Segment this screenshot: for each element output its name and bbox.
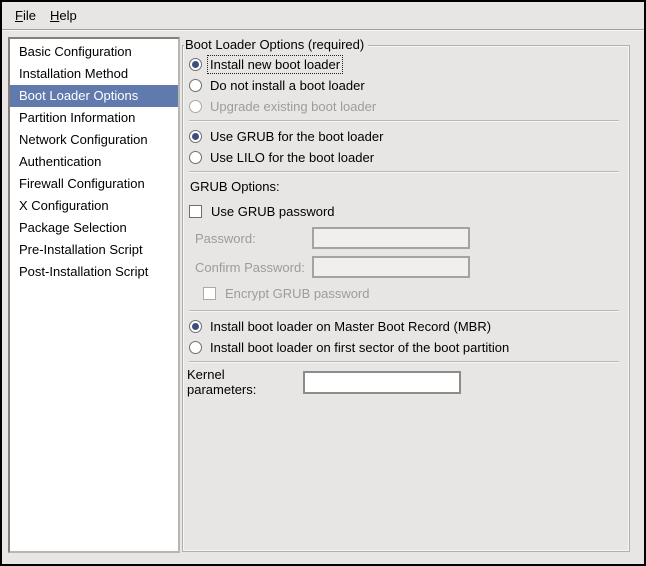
menu-file[interactable]: File bbox=[8, 5, 43, 26]
radio-label: Use GRUB for the boot loader bbox=[208, 128, 385, 145]
password-input bbox=[312, 227, 470, 249]
menu-help[interactable]: Help bbox=[43, 5, 84, 26]
checkbox-encrypt-grub-password: Encrypt GRUB password bbox=[187, 283, 621, 303]
radio-use-grub[interactable]: Use GRUB for the boot loader bbox=[187, 126, 621, 147]
radio-upgrade-existing-boot-loader: Upgrade existing boot loader bbox=[187, 96, 621, 117]
confirm-password-label: Confirm Password: bbox=[195, 260, 312, 275]
sidebar-item-firewall-configuration[interactable]: Firewall Configuration bbox=[10, 173, 178, 195]
checkbox-label: Encrypt GRUB password bbox=[223, 285, 372, 302]
radio-label: Upgrade existing boot loader bbox=[208, 98, 378, 115]
kernel-parameters-label: Kernel parameters: bbox=[187, 367, 295, 397]
sidebar-item-boot-loader-options[interactable]: Boot Loader Options bbox=[10, 85, 178, 107]
confirm-password-input bbox=[312, 256, 470, 278]
separator bbox=[189, 361, 619, 363]
separator bbox=[189, 310, 619, 312]
separator bbox=[189, 171, 619, 173]
kickstart-configurator-window: File Help Basic Configuration Installati… bbox=[0, 0, 646, 566]
radio-label: Install boot loader on first sector of t… bbox=[208, 339, 511, 356]
radio-icon bbox=[189, 100, 202, 113]
radio-do-not-install-boot-loader[interactable]: Do not install a boot loader bbox=[187, 75, 621, 96]
sidebar-item-package-selection[interactable]: Package Selection bbox=[10, 217, 178, 239]
password-label: Password: bbox=[195, 231, 312, 246]
sidebar-item-installation-method[interactable]: Installation Method bbox=[10, 63, 178, 85]
menu-file-rest: ile bbox=[23, 8, 36, 23]
boot-loader-options-group: Boot Loader Options (required) Install n… bbox=[182, 45, 630, 552]
radio-icon bbox=[189, 320, 202, 333]
sidebar-item-network-configuration[interactable]: Network Configuration bbox=[10, 129, 178, 151]
radio-install-on-mbr[interactable]: Install boot loader on Master Boot Recor… bbox=[187, 316, 621, 337]
sidebar-item-authentication[interactable]: Authentication bbox=[10, 151, 178, 173]
radio-icon bbox=[189, 151, 202, 164]
grub-options-heading: GRUB Options: bbox=[187, 177, 621, 197]
checkbox-label: Use GRUB password bbox=[209, 203, 337, 220]
menu-file-accel: F bbox=[15, 8, 23, 23]
radio-label: Install new boot loader bbox=[208, 56, 342, 73]
radio-install-new-boot-loader[interactable]: Install new boot loader bbox=[187, 54, 621, 75]
radio-use-lilo[interactable]: Use LILO for the boot loader bbox=[187, 147, 621, 168]
kernel-parameters-input[interactable] bbox=[303, 371, 461, 394]
kernel-parameters-row: Kernel parameters: bbox=[187, 367, 621, 397]
checkbox-icon bbox=[189, 205, 202, 218]
sidebar-item-pre-installation-script[interactable]: Pre-Installation Script bbox=[10, 239, 178, 261]
radio-label: Install boot loader on Master Boot Recor… bbox=[208, 318, 493, 335]
menu-bar: File Help bbox=[2, 2, 644, 30]
radio-icon bbox=[189, 58, 202, 71]
menu-help-accel: H bbox=[50, 8, 59, 23]
radio-icon bbox=[189, 130, 202, 143]
radio-icon bbox=[189, 79, 202, 92]
sidebar-item-partition-information[interactable]: Partition Information bbox=[10, 107, 178, 129]
radio-icon bbox=[189, 341, 202, 354]
section-list: Basic Configuration Installation Method … bbox=[8, 37, 180, 553]
radio-label: Do not install a boot loader bbox=[208, 77, 367, 94]
confirm-password-row: Confirm Password: bbox=[187, 256, 621, 278]
checkbox-use-grub-password[interactable]: Use GRUB password bbox=[187, 201, 621, 221]
separator bbox=[189, 120, 619, 122]
group-title: Boot Loader Options (required) bbox=[184, 37, 368, 52]
checkbox-icon bbox=[203, 287, 216, 300]
radio-install-on-first-sector[interactable]: Install boot loader on first sector of t… bbox=[187, 337, 621, 358]
menu-help-rest: elp bbox=[59, 8, 76, 23]
sidebar-item-basic-configuration[interactable]: Basic Configuration bbox=[10, 41, 178, 63]
password-row: Password: bbox=[187, 227, 621, 249]
radio-label: Use LILO for the boot loader bbox=[208, 149, 376, 166]
sidebar-item-post-installation-script[interactable]: Post-Installation Script bbox=[10, 261, 178, 283]
sidebar-item-x-configuration[interactable]: X Configuration bbox=[10, 195, 178, 217]
